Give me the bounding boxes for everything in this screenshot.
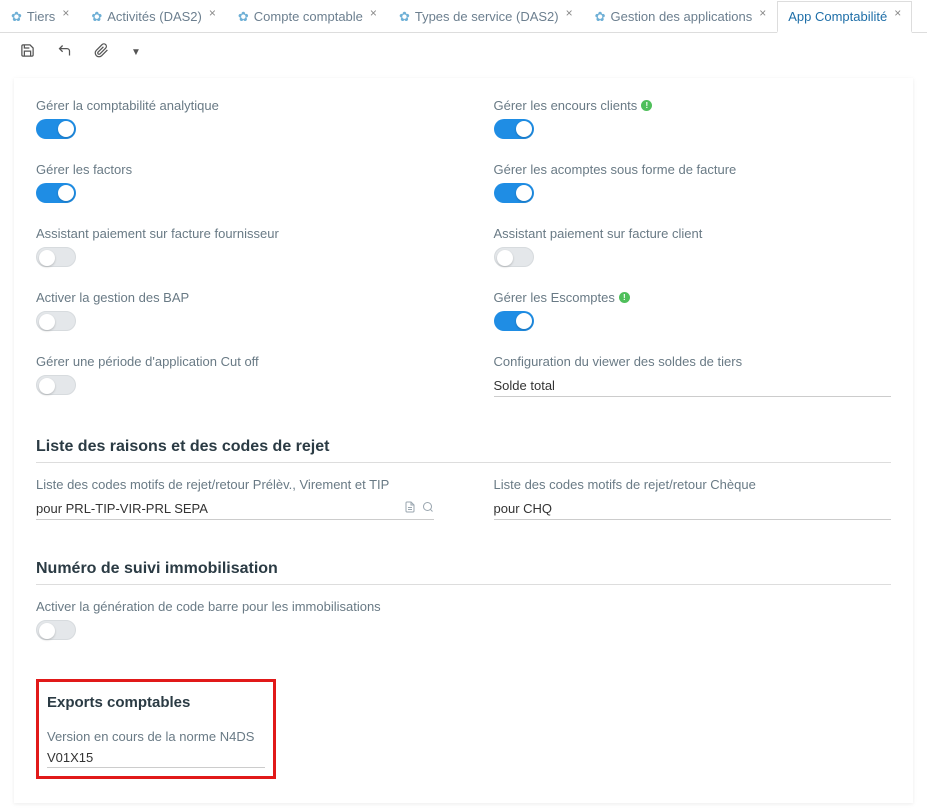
field-label: Version en cours de la norme N4DS [47,729,265,744]
field-label: Activer la génération de code barre pour… [36,599,891,614]
close-icon[interactable]: × [370,6,377,20]
field-label: Gérer une période d'application Cut off [36,354,434,369]
tab-compte[interactable]: ✿ Compte comptable × [227,0,388,32]
section-immo-header: Numéro de suivi immobilisation [36,554,891,585]
tab-label: Types de service (DAS2) [415,9,559,24]
attachment-icon[interactable] [94,43,109,62]
select-value: Solde total [494,378,555,393]
toggle-acomptes[interactable] [494,183,534,203]
toggle-barcode[interactable] [36,620,76,640]
field-label: Liste des codes motifs de rejet/retour P… [36,477,434,492]
gear-icon: ✿ [91,9,102,25]
toggle-encours[interactable] [494,119,534,139]
tab-label: App Comptabilité [788,9,887,24]
toggle-bap[interactable] [36,311,76,331]
toggle-assist-supplier[interactable] [36,247,76,267]
tab-label: Activités (DAS2) [107,9,202,24]
close-icon[interactable]: × [62,6,69,20]
field-label: Assistant paiement sur facture fournisse… [36,226,434,241]
close-icon[interactable]: × [209,6,216,20]
label-text: Gérer les Escomptes [494,290,615,305]
undo-icon[interactable] [57,43,72,62]
field-label: Gérer les encours clients ! [494,98,892,113]
info-icon[interactable]: ! [619,292,630,303]
gear-icon: ✿ [595,9,606,25]
section-export-header: Exports comptables [47,688,265,715]
field-label: Gérer la comptabilité analytique [36,98,434,113]
field-label: Gérer les Escomptes ! [494,290,892,305]
search-icon[interactable] [422,501,434,516]
rejet-chq-input[interactable]: pour CHQ [494,498,892,520]
tab-types-service[interactable]: ✿ Types de service (DAS2) × [388,0,584,32]
toolbar: ▼ [0,33,927,72]
tab-label: Compte comptable [254,9,363,24]
close-icon[interactable]: × [759,6,766,20]
toggle-analytic[interactable] [36,119,76,139]
settings-panel: Gérer la comptabilité analytique Gérer l… [14,78,913,803]
tab-app-comptabilite[interactable]: App Comptabilité × [777,1,912,33]
field-label: Activer la gestion des BAP [36,290,434,305]
gear-icon: ✿ [238,9,249,25]
tab-gestion-apps[interactable]: ✿ Gestion des applications × [584,0,778,32]
tab-activites[interactable]: ✿ Activités (DAS2) × [80,0,227,32]
exports-comptables-highlight: Exports comptables Version en cours de l… [36,679,276,779]
viewer-select[interactable]: Solde total [494,375,892,397]
save-icon[interactable] [20,43,35,62]
input-value: pour CHQ [494,501,553,516]
close-icon[interactable]: × [566,6,573,20]
tab-tiers[interactable]: ✿ Tiers × [0,0,80,32]
dropdown-caret-icon[interactable]: ▼ [131,47,141,58]
field-label: Configuration du viewer des soldes de ti… [494,354,892,369]
tab-label: Gestion des applications [611,9,753,24]
close-icon[interactable]: × [894,6,901,20]
rejet-prl-input[interactable]: pour PRL-TIP-VIR-PRL SEPA [36,498,434,520]
field-label: Gérer les acomptes sous forme de facture [494,162,892,177]
toggle-factors[interactable] [36,183,76,203]
toggle-cutoff[interactable] [36,375,76,395]
section-rejet-header: Liste des raisons et des codes de rejet [36,432,891,463]
tab-label: Tiers [27,9,55,24]
gear-icon: ✿ [399,9,410,25]
n4ds-value[interactable]: V01X15 [47,748,265,768]
label-text: Gérer les encours clients [494,98,638,113]
field-label: Gérer les factors [36,162,434,177]
field-label: Liste des codes motifs de rejet/retour C… [494,477,892,492]
document-icon[interactable] [404,501,416,516]
toggle-escomptes[interactable] [494,311,534,331]
info-icon[interactable]: ! [641,100,652,111]
tab-bar: ✿ Tiers × ✿ Activités (DAS2) × ✿ Compte … [0,0,927,33]
input-value: pour PRL-TIP-VIR-PRL SEPA [36,501,208,516]
field-label: Assistant paiement sur facture client [494,226,892,241]
toggle-assist-client[interactable] [494,247,534,267]
gear-icon: ✿ [11,9,22,25]
